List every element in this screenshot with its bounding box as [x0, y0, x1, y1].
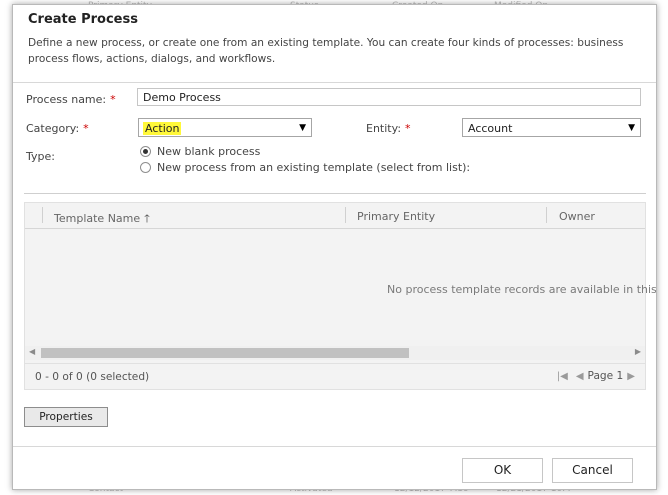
previous-page-icon[interactable]: ◀	[576, 371, 584, 382]
column-primary-entity[interactable]: Primary Entity	[357, 210, 435, 223]
type-option-template-label: New process from an existing template (s…	[157, 161, 471, 174]
type-label: Type:	[26, 150, 55, 163]
scrollbar-thumb[interactable]	[41, 348, 409, 358]
category-label: Category: *	[26, 122, 89, 135]
create-process-dialog: Create Process Define a new process, or …	[12, 4, 657, 490]
cancel-button[interactable]: Cancel	[552, 458, 633, 483]
empty-grid-message: No process template records are availabl…	[387, 283, 657, 296]
category-selected-value: Action	[143, 122, 182, 135]
dialog-footer: OK Cancel	[13, 446, 656, 489]
required-marker: *	[83, 122, 89, 135]
record-count: 0 - 0 of 0 (0 selected)	[35, 371, 150, 383]
dropdown-arrow-icon: ▼	[628, 123, 635, 133]
template-grid: Template Name 🡑 Primary Entity Owner No p…	[24, 202, 656, 390]
pager: |◀ ◀ Page 1 ▶	[553, 370, 639, 382]
dialog-title: Create Process	[28, 12, 138, 27]
grid-footer: 0 - 0 of 0 (0 selected) |◀ ◀ Page 1 ▶	[25, 363, 645, 389]
ok-button[interactable]: OK	[462, 458, 543, 483]
column-template-name[interactable]: Template Name 🡑	[54, 210, 150, 229]
type-option-template[interactable]: New process from an existing template (s…	[140, 161, 470, 174]
type-option-blank-label: New blank process	[157, 145, 261, 158]
column-divider	[42, 207, 43, 223]
entity-select[interactable]: Account ▼	[462, 118, 641, 137]
column-divider	[546, 207, 547, 223]
grid-header: Template Name 🡑 Primary Entity Owner	[25, 203, 645, 229]
properties-button[interactable]: Properties	[24, 407, 108, 427]
entity-label: Entity: *	[366, 122, 411, 135]
radio-unselected-icon[interactable]	[140, 162, 151, 173]
radio-selected-icon[interactable]	[140, 146, 151, 157]
required-marker: *	[110, 93, 116, 106]
process-name-label: Process name: *	[26, 93, 116, 106]
scroll-right-icon[interactable]: ▶	[635, 347, 641, 356]
horizontal-scrollbar[interactable]: ◀ ▶	[25, 346, 645, 360]
sort-ascending-icon: 🡑	[144, 212, 150, 225]
next-page-icon[interactable]: ▶	[627, 371, 635, 382]
first-page-icon[interactable]: |◀	[557, 371, 568, 382]
type-option-blank[interactable]: New blank process	[140, 145, 260, 158]
page-label: Page 1	[587, 370, 624, 382]
required-marker: *	[405, 122, 411, 135]
process-name-input[interactable]: Demo Process	[137, 88, 641, 106]
column-owner[interactable]: Owner	[559, 210, 595, 223]
scroll-left-icon[interactable]: ◀	[29, 347, 35, 356]
dialog-header: Create Process Define a new process, or …	[13, 5, 656, 83]
column-divider	[345, 207, 346, 223]
dialog-description: Define a new process, or create one from…	[28, 37, 624, 65]
dropdown-arrow-icon: ▼	[299, 123, 306, 133]
category-select[interactable]: Action ▼	[138, 118, 312, 137]
section-divider	[24, 193, 646, 194]
entity-selected-value: Account	[468, 122, 513, 135]
